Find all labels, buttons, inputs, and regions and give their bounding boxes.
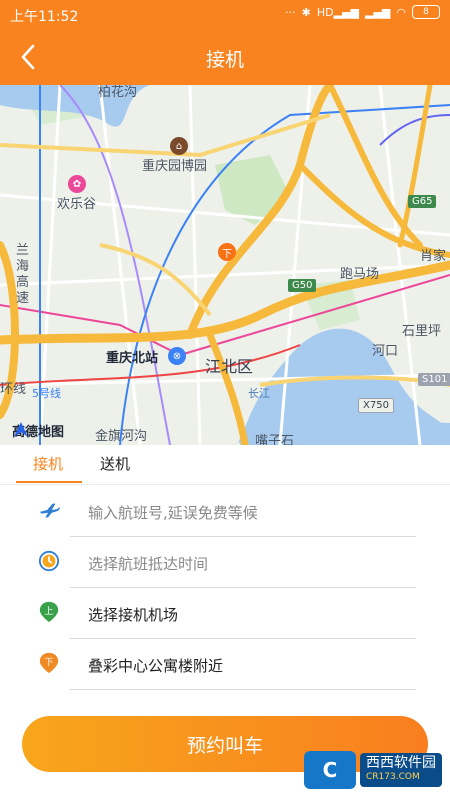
map-label-mz: 嘴子石 [255,434,295,445]
map-label-paomachang: 跑马场 [340,267,380,282]
map-label-hs: 柏花沟 [98,85,138,100]
status-icons: ··· ✱ HD▂▄▆ ▂▄▆ ◠ 8 [285,5,440,19]
map-label-station: 重庆北站 [106,351,159,366]
watermark-brand: 西西软件园 [366,755,436,771]
map-label-district: 江北区 [205,357,254,376]
battery-icon: 8 [412,5,440,19]
signal-hd-label: HD [316,5,334,19]
map-provider-logo: 高德地图 [12,421,64,440]
airport-row[interactable]: 上 选择接机机场 [0,588,450,639]
map-view[interactable]: 柏花沟 ⌂ 重庆园博园 ✿ 欢乐谷 下 兰海高速 G65 肖家 G50 跑马场 … [0,85,450,445]
map-label-hexiandu: 金旗河沟 [95,429,148,444]
map-label-cx: 长江 [248,387,270,400]
status-bar: 上午11:52 ··· ✱ HD▂▄▆ ▂▄▆ ◠ 8 [0,0,450,30]
flight-number-input[interactable]: 输入航班号,延误免费等候 [88,502,258,523]
trip-type-tabs: 接机 送机 [0,445,450,485]
svg-text:上: 上 [44,606,53,617]
exit-icon: 下 [218,243,236,261]
tab-dropoff[interactable]: 送机 [100,453,130,474]
flight-number-row[interactable]: 输入航班号,延误免费等候 [0,486,450,537]
arrival-time-row[interactable]: 选择航班抵达时间 [0,537,450,588]
header: 上午11:52 ··· ✱ HD▂▄▆ ▂▄▆ ◠ 8 接机 [0,0,450,85]
dropoff-pin-icon: 下 [39,652,59,674]
map-label-road1-text: 兰海高速 [16,243,30,306]
tab-pickup[interactable]: 接机 [33,453,63,474]
station-icon: ⊗ [168,347,186,365]
map-label-line5: 5号线 [32,387,61,400]
map-label-shuiwan: 河口 [372,344,399,359]
destination-input[interactable]: 叠彩中心公寓楼附近 [88,655,223,676]
map-label-anchor: 肖家 [420,249,447,264]
booking-form: 输入航班号,延误免费等候 选择航班抵达时间 上 选择接机机场 下 叠彩中心公寓楼… [0,486,450,690]
title-bar: 接机 [0,30,450,85]
clock-icon [38,550,60,572]
status-time: 上午11:52 [10,9,79,25]
wifi-icon: ◠ [396,5,406,19]
airport-select[interactable]: 选择接机机场 [88,604,178,625]
airplane-icon [39,503,60,518]
more-icon: ··· [285,5,296,19]
tab-active-indicator [16,481,82,483]
map-label-museum: 重庆园博园 [142,159,208,174]
battery-level: 8 [423,7,429,17]
map-badge-g65: G65 [408,195,437,208]
destination-row[interactable]: 下 叠彩中心公寓楼附近 [0,639,450,690]
map-label-ring: 环线 [0,382,27,397]
map-label-shijiazhuang: 石里坪 [402,324,442,339]
divider [70,689,416,690]
watermark: C 西西软件园 CR173.COM [304,750,442,790]
map-badge-x750: X750 [358,398,394,413]
watermark-text: 西西软件园 CR173.COM [360,753,442,787]
bluetooth-icon: ✱ [301,5,311,19]
map-badge-g50: G50 [288,279,317,292]
signal-icon: ▂▄▆ [365,5,391,19]
museum-icon: ⌂ [170,137,188,155]
navigation-arrow-icon [14,422,28,437]
svg-text:下: 下 [44,657,53,668]
map-label-road1: 兰海高速 [16,243,34,307]
page-title: 接机 [205,49,244,71]
watermark-logo-icon: C [304,751,356,789]
map-label-amusement: 欢乐谷 [57,197,97,212]
watermark-domain: CR173.COM [366,772,420,782]
map-canvas [0,85,450,445]
map-badge-s101: S101 [418,373,450,386]
arrival-time-select[interactable]: 选择航班抵达时间 [88,553,208,574]
amusement-icon: ✿ [68,175,86,193]
pickup-pin-icon: 上 [39,601,59,623]
app-root: 上午11:52 ··· ✱ HD▂▄▆ ▂▄▆ ◠ 8 接机 柏花沟 ⌂ 重庆园… [0,0,450,800]
signal-hd-icon: HD▂▄▆ [316,5,359,19]
